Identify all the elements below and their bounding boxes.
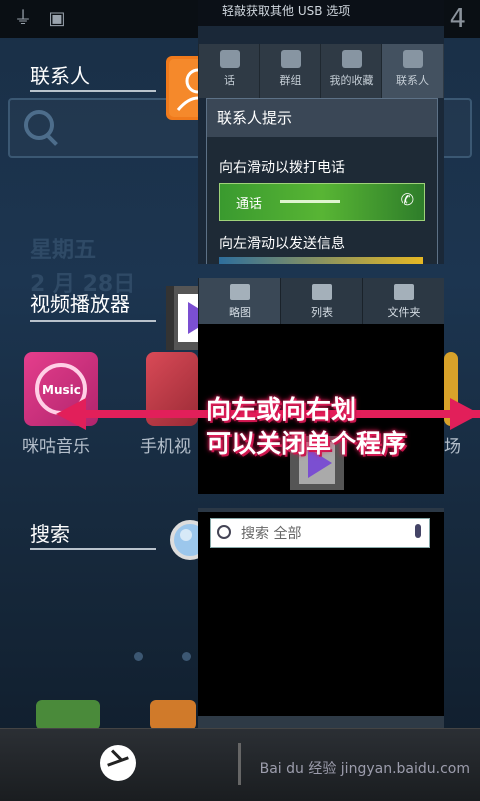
tab-favorites[interactable]: 我的收藏: [320, 44, 382, 98]
swipe-call-bar: 通话 ✆: [219, 183, 425, 221]
star-icon: [341, 50, 362, 68]
arrow-right-icon: [450, 398, 480, 430]
folder-icon: [394, 284, 414, 300]
divider: [238, 743, 241, 785]
usb-notification-text: 轻敲获取其他 USB 选项: [198, 0, 444, 26]
call-label: 通话: [236, 197, 263, 212]
tab-dialer[interactable]: 话: [198, 44, 260, 98]
recent-app-title-search[interactable]: 搜索: [30, 518, 70, 547]
search-placeholder: 搜索 全部: [241, 526, 302, 542]
tab-folders[interactable]: 文件夹: [362, 278, 444, 324]
swipe-message-bar: [219, 257, 423, 264]
search-icon: [24, 110, 54, 140]
recent-app-title-video[interactable]: 视频播放器: [30, 288, 130, 317]
sd-card-icon: ▣: [48, 8, 66, 29]
groups-icon: [280, 50, 301, 68]
search-input[interactable]: 搜索 全部: [210, 518, 430, 548]
contacts-app-thumbnail[interactable]: 轻敲获取其他 USB 选项 话 群组 我的收藏 联系人 联系人提示 向右滑动以拨…: [198, 0, 444, 264]
page-dot: [182, 652, 191, 661]
tab-thumbnails[interactable]: 略图: [198, 278, 281, 324]
tab-contacts[interactable]: 联系人: [381, 44, 443, 98]
contacts-tabs: 话 群组 我的收藏 联系人: [198, 44, 444, 98]
list-icon: [312, 284, 332, 300]
microphone-icon[interactable]: [415, 524, 421, 538]
dock-label-migu: 咪咕音乐: [22, 437, 90, 457]
search-app-thumbnail[interactable]: 搜索 全部: [198, 508, 444, 730]
divider: [30, 320, 156, 322]
contacts-app-icon: [150, 700, 196, 730]
video-tabs: 略图 列表 文件夹: [198, 278, 444, 324]
status-clock: 4: [449, 4, 466, 34]
tab-groups[interactable]: 群组: [259, 44, 321, 98]
clear-all-recent-button[interactable]: [100, 745, 136, 781]
arrow-left-icon: [56, 398, 86, 430]
usb-icon: ⏚: [14, 8, 32, 29]
search-icon: [217, 525, 231, 539]
swipe-call-hint: 向右滑动以拨打电话: [219, 160, 345, 176]
recent-app-title-contacts[interactable]: 联系人: [30, 60, 90, 89]
person-icon: [402, 50, 423, 68]
dock-label-mobile-video: 手机视: [140, 437, 191, 457]
annotation-line1: 向左或向右划: [206, 395, 357, 424]
svg-text:Music: Music: [42, 383, 81, 397]
watermark: Bai du 经验 jingyan.baidu.com: [259, 761, 470, 777]
weekday-label: 星期五: [30, 238, 97, 263]
divider: [30, 548, 156, 550]
tab-list[interactable]: 列表: [280, 278, 363, 324]
swipe-message-hint: 向左滑动以发送信息: [219, 236, 345, 252]
phone-app-icon: [36, 700, 100, 730]
dialog-title: 联系人提示: [207, 99, 437, 137]
phone-handset-icon: ✆: [400, 190, 414, 209]
annotation-line2: 可以关闭单个程序: [206, 429, 407, 458]
phone-icon: [219, 50, 240, 68]
swipe-arrow-icon: [280, 200, 340, 203]
divider: [30, 90, 156, 92]
grid-icon: [230, 284, 250, 300]
dock-label-partial: 场: [444, 437, 461, 457]
contacts-tip-dialog: 联系人提示 向右滑动以拨打电话 通话 ✆ 向左滑动以发送信息: [206, 98, 438, 264]
page-dot: [134, 652, 143, 661]
video-app-thumbnail[interactable]: 略图 列表 文件夹: [198, 278, 444, 494]
